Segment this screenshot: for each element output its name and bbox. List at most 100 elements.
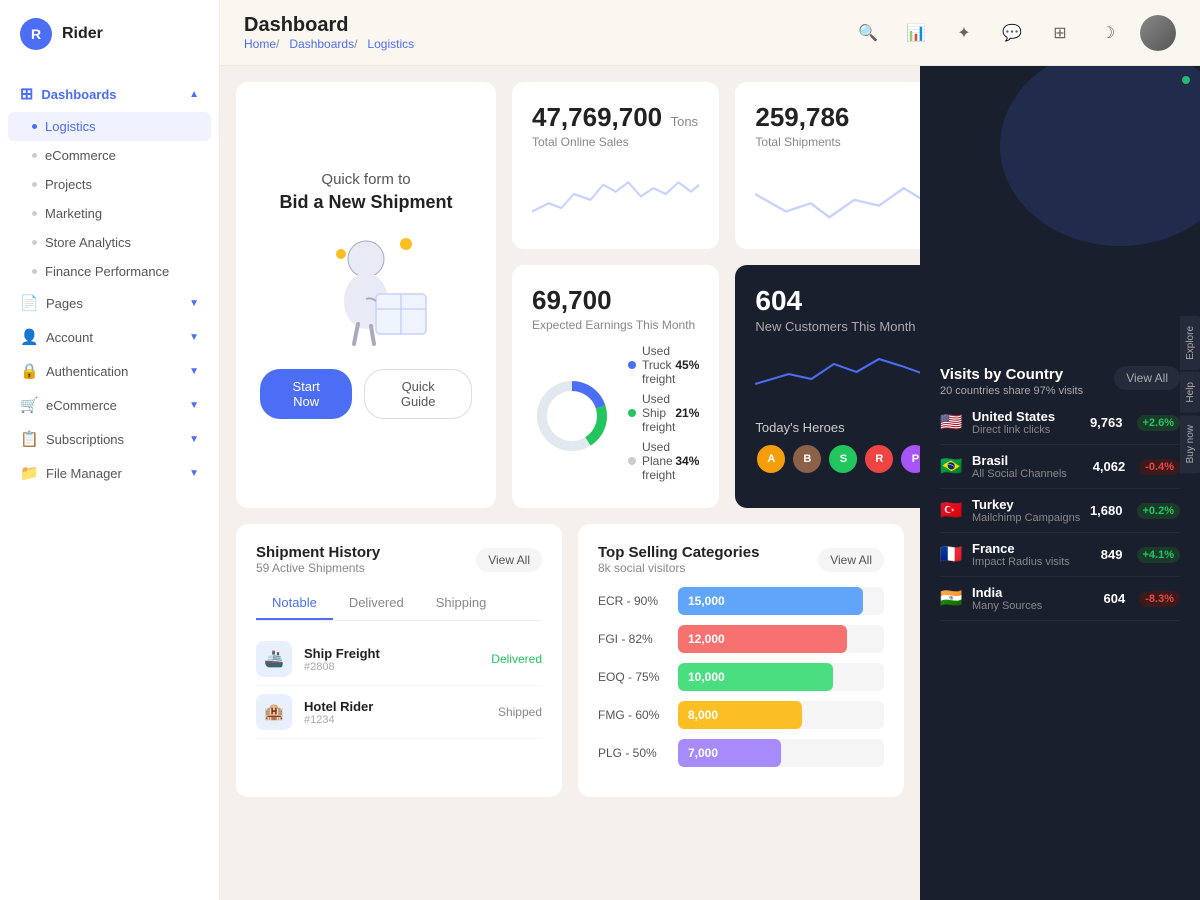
shipment-card-header: Shipment History 59 Active Shipments Vie…: [256, 544, 542, 575]
ship-id-2: #1234: [304, 714, 486, 726]
grid-icon[interactable]: ⊞: [1044, 17, 1076, 49]
sidebar-item-marketing[interactable]: Marketing: [0, 199, 219, 228]
categories-card-header: Top Selling Categories 8k social visitor…: [598, 544, 884, 575]
shipment-row-2: 🏨 Hotel Rider #1234 Shipped: [256, 686, 542, 739]
shipment-tabs: Notable Delivered Shipping: [256, 587, 542, 621]
search-icon[interactable]: 🔍: [852, 17, 884, 49]
dashboards-chevron: ▲: [189, 89, 199, 100]
fr-flag: 🇫🇷: [940, 544, 964, 565]
us-visits: 9,763: [1090, 415, 1123, 430]
subs-chevron: ▼: [189, 434, 199, 445]
dashboards-title: ⊞ Dashboards: [20, 84, 117, 104]
ecom-chevron: ▼: [189, 400, 199, 411]
sidebar-item-file-manager[interactable]: 📁 File Manager ▼: [0, 456, 219, 490]
explore-tab[interactable]: Explore: [1180, 316, 1200, 370]
content-main: Quick form to Bid a New Shipment: [220, 66, 920, 900]
logo-icon: R: [20, 18, 52, 50]
dark-top-area: [940, 86, 1180, 366]
tr-source: Mailchimp Campaigns: [972, 512, 1082, 524]
sidebar-item-ecommerce-main[interactable]: 🛒 eCommerce ▼: [0, 388, 219, 422]
shipment-title-group: Shipment History 59 Active Shipments: [256, 544, 380, 575]
categories-title-group: Top Selling Categories 8k social visitor…: [598, 544, 759, 575]
br-source: All Social Channels: [972, 468, 1085, 480]
moon-icon[interactable]: ☽: [1092, 17, 1124, 49]
auth-icon: 🔒: [20, 362, 38, 380]
buy-now-tab[interactable]: Buy now: [1180, 415, 1200, 473]
ship-dot: [628, 409, 636, 417]
sidebar-item-store-analytics[interactable]: Store Analytics: [0, 228, 219, 257]
countries-title-group: Visits by Country 20 countries share 97%…: [940, 366, 1083, 397]
customers-number: 604: [755, 285, 920, 317]
earnings-donut-section: Used Truck freight 45% Used Ship freight…: [532, 344, 699, 488]
sidebar-item-pages[interactable]: 📄 Pages ▼: [0, 286, 219, 320]
start-now-button[interactable]: Start Now: [260, 369, 352, 419]
chart-icon[interactable]: 📊: [900, 17, 932, 49]
countries-title: Visits by Country: [940, 366, 1083, 383]
ship-status-1: Delivered: [491, 652, 542, 666]
earnings-label: Expected Earnings This Month: [532, 318, 699, 332]
promo-subtitle: Quick form to: [321, 171, 410, 188]
account-icon: 👤: [20, 328, 38, 346]
sidebar-item-subscriptions[interactable]: 📋 Subscriptions ▼: [0, 422, 219, 456]
help-tab[interactable]: Help: [1180, 372, 1200, 413]
avatar-image: [1140, 15, 1176, 51]
app-name: Rider: [62, 25, 103, 43]
sales-label: Total Online Sales: [532, 135, 699, 149]
hero-avatar-s: S: [827, 443, 859, 475]
earnings-card: 69,700 Expected Earnings This Month: [512, 265, 719, 508]
dashboards-section[interactable]: ⊞ Dashboards ▲: [0, 76, 219, 112]
sidebar-item-logistics[interactable]: Logistics: [8, 112, 211, 141]
sidebar-item-account[interactable]: 👤 Account ▼: [0, 320, 219, 354]
tab-delivered[interactable]: Delivered: [333, 587, 420, 620]
categories-view-all-button[interactable]: View All: [818, 548, 884, 572]
messages-icon[interactable]: 💬: [996, 17, 1028, 49]
sidebar-item-projects[interactable]: Projects: [0, 170, 219, 199]
bar-label-ecr: ECR - 90%: [598, 594, 668, 608]
legend-plane: Used Plane freight 34%: [628, 440, 699, 482]
nav-dot: [32, 124, 37, 129]
bar-label-fgi: FGI - 82%: [598, 632, 668, 646]
br-change: -0.4%: [1139, 459, 1180, 475]
customers-card: 604 New Customers This Month Today's Her…: [735, 265, 920, 508]
user-avatar[interactable]: [1140, 15, 1176, 51]
sales-number: 47,769,700 Tons: [532, 102, 699, 133]
categories-title: Top Selling Categories: [598, 544, 759, 561]
legend-ship: Used Ship freight 21%: [628, 392, 699, 434]
pages-icon: 📄: [20, 294, 38, 312]
bar-track-fmg: 8,000: [678, 701, 884, 729]
sidebar-logo: R Rider: [0, 0, 219, 68]
br-name: Brasil: [972, 453, 1085, 468]
tab-shipping[interactable]: Shipping: [420, 587, 503, 620]
quick-guide-button[interactable]: Quick Guide: [364, 369, 472, 419]
promo-card: Quick form to Bid a New Shipment: [236, 82, 496, 508]
in-source: Many Sources: [972, 600, 1096, 612]
sales-chart: [532, 159, 699, 229]
bar-fill-plg: 7,000: [678, 739, 781, 767]
country-fr: 🇫🇷 France Impact Radius visits 849 +4.1%: [940, 533, 1180, 577]
br-flag: 🇧🇷: [940, 456, 964, 477]
sales-stat-card: 47,769,700 Tons Total Online Sales: [512, 82, 719, 249]
us-info: United States Direct link clicks: [972, 409, 1082, 436]
nav-dot: [32, 240, 37, 245]
header: Dashboard Home/ Dashboards/ Logistics 🔍 …: [220, 0, 1200, 66]
promo-buttons: Start Now Quick Guide: [260, 369, 472, 419]
countries-section: Visits by Country 20 countries share 97%…: [940, 366, 1180, 621]
bar-fill-fgi: 12,000: [678, 625, 847, 653]
bar-label-eoq: EOQ - 75%: [598, 670, 668, 684]
right-panel-content: Visits by Country 20 countries share 97%…: [920, 66, 1200, 900]
us-name: United States: [972, 409, 1082, 424]
br-info: Brasil All Social Channels: [972, 453, 1085, 480]
files-icon: 📁: [20, 464, 38, 482]
shipment-view-all-button[interactable]: View All: [476, 548, 542, 572]
countries-subtitle: 20 countries share 97% visits: [940, 385, 1083, 397]
tab-notable[interactable]: Notable: [256, 587, 333, 620]
settings-icon[interactable]: ✦: [948, 17, 980, 49]
sidebar-item-authentication[interactable]: 🔒 Authentication ▼: [0, 354, 219, 388]
shipments-stat-card: 259,786 Total Shipments: [735, 82, 920, 249]
ship-info-1: Ship Freight #2808: [304, 646, 479, 673]
sidebar-item-ecommerce[interactable]: eCommerce: [0, 141, 219, 170]
sidebar-item-finance[interactable]: Finance Performance: [0, 257, 219, 286]
hero-avatar-p: P: [899, 443, 920, 475]
hero-avatar-2: B: [791, 443, 823, 475]
countries-view-all-button[interactable]: View All: [1114, 366, 1180, 390]
